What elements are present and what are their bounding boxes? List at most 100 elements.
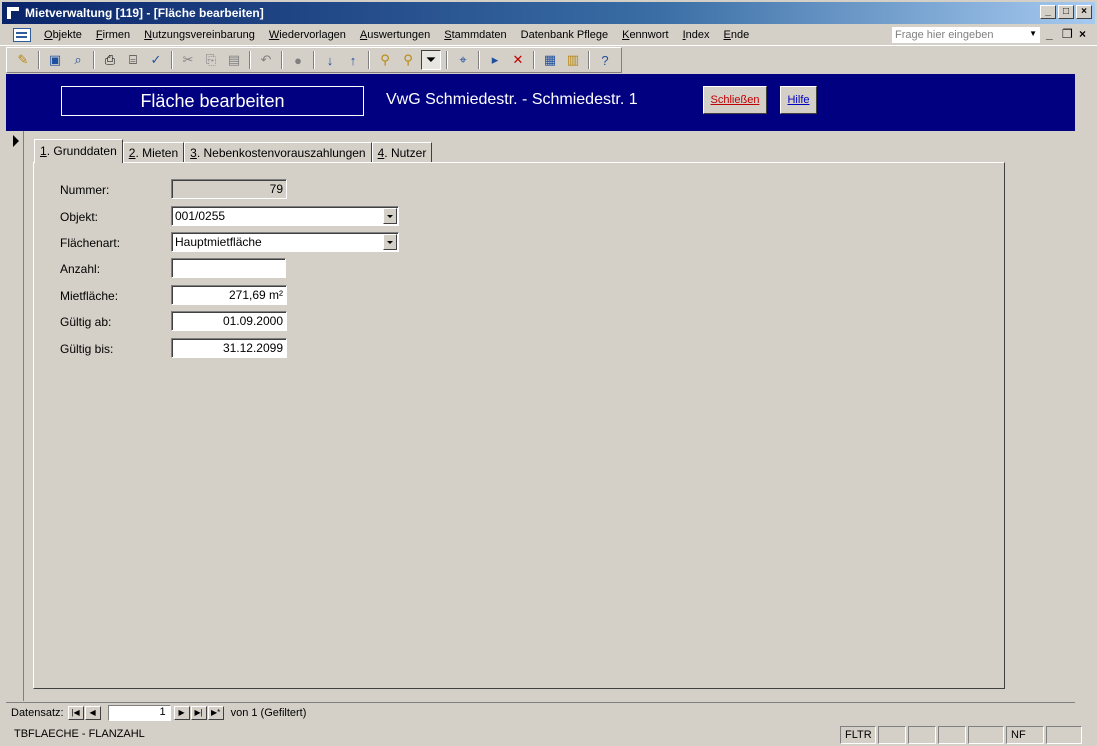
last-record-button[interactable]: ▶|	[190, 705, 207, 720]
menu-nutzungsvereinbarung[interactable]: Nutzungsvereinbarung	[137, 29, 262, 41]
apply-filter-icon[interactable]: ⏷	[421, 50, 441, 70]
toolbar-separator	[38, 51, 40, 69]
toolbar-separator	[533, 51, 535, 69]
toolbar-separator	[249, 51, 251, 69]
doc-close-button[interactable]: ×	[1079, 27, 1086, 41]
help-search-input[interactable]: Frage hier eingeben ▼	[891, 26, 1041, 44]
undo-icon[interactable]: ↶	[256, 50, 276, 70]
paste-icon[interactable]: ▤	[224, 50, 244, 70]
status-cell-empty	[1046, 726, 1082, 744]
status-cell-empty	[938, 726, 966, 744]
database-window-icon[interactable]: ▦	[540, 50, 560, 70]
spelling-icon[interactable]: ✓	[146, 50, 166, 70]
title-bar: Mietverwaltung [119] - [Fläche bearbeite…	[0, 0, 1097, 24]
objekt-combo[interactable]: 001/0255	[171, 206, 399, 226]
toolbar-separator	[93, 51, 95, 69]
toolbar-separator	[588, 51, 590, 69]
menu-wiedervorlagen[interactable]: Wiedervorlagen	[262, 29, 353, 41]
record-selector[interactable]	[6, 131, 24, 701]
save-icon[interactable]: ▣	[45, 50, 65, 70]
find-icon[interactable]: ⌖	[453, 50, 473, 70]
record-label: Datensatz:	[11, 706, 64, 719]
menu-auswertungen[interactable]: Auswertungen	[353, 29, 437, 41]
delete-record-icon[interactable]: ✕	[508, 50, 528, 70]
chevron-down-icon[interactable]	[383, 234, 397, 250]
sort-descending-icon[interactable]: ↑	[343, 50, 363, 70]
app-icon[interactable]	[5, 5, 21, 21]
toolbar-separator	[281, 51, 283, 69]
next-record-button[interactable]: ▶	[173, 705, 190, 720]
previous-record-button[interactable]: ◀	[84, 705, 101, 720]
print-icon[interactable]: ⎙	[100, 50, 120, 70]
toolbar: ✎ ▣ ⌕ ⎙ ⌸ ✓ ✂ ⎘ ▤ ↶ ● ↓ ↑ ⚲ ⚲ ⏷ ⌖ ▸ ✕ ▦ …	[6, 47, 622, 73]
record-navigation: Datensatz: |◀ ◀ 1 ▶ ▶| ▶* von 1 (Gefilte…	[6, 702, 1075, 722]
status-fltr: FLTR	[840, 726, 876, 744]
hyperlink-icon[interactable]: ●	[288, 50, 308, 70]
help-icon[interactable]: ?	[595, 50, 615, 70]
menu-kennwort[interactable]: Kennwort	[615, 29, 675, 41]
nummer-label: Nummer:	[60, 183, 110, 197]
menu-ende[interactable]: Ende	[717, 29, 757, 41]
help-button[interactable]: Hilfe	[780, 86, 817, 114]
mietflaeche-label: Mietfläche:	[60, 289, 119, 303]
status-cell-empty	[878, 726, 906, 744]
form-header: Fläche bearbeiten VwG Schmiedestr. - Sch…	[6, 74, 1075, 131]
flaechenart-value: Hauptmietfläche	[175, 235, 262, 249]
cut-icon[interactable]: ✂	[178, 50, 198, 70]
objekt-label: Objekt:	[60, 210, 99, 224]
new-object-icon[interactable]: ▥	[563, 50, 583, 70]
chevron-down-icon[interactable]	[383, 208, 397, 224]
anzahl-field[interactable]	[171, 258, 286, 278]
form-icon[interactable]	[13, 27, 31, 42]
gueltig-bis-field[interactable]: 31.12.2099	[171, 338, 287, 358]
filter-by-selection-icon[interactable]: ⚲	[375, 50, 395, 70]
search-icon[interactable]: ⌕	[68, 50, 88, 70]
menu-objekte[interactable]: Objekte	[37, 29, 89, 41]
status-text: TBFLAECHE - FLANZAHL	[14, 728, 145, 740]
sort-ascending-icon[interactable]: ↓	[320, 50, 340, 70]
mietflaeche-field[interactable]: 271,69 m²	[171, 285, 287, 305]
record-count: von 1 (Gefiltert)	[230, 706, 307, 719]
current-record-input[interactable]: 1	[107, 704, 171, 721]
form-subtitle: VwG Schmiedestr. - Schmiedestr. 1	[386, 91, 638, 108]
tab-nutzer[interactable]: 4. Nutzer	[371, 142, 433, 163]
maximize-button[interactable]: □	[1058, 5, 1074, 19]
flaechenart-combo[interactable]: Hauptmietfläche	[171, 232, 399, 252]
design-view-icon[interactable]: ✎	[13, 50, 33, 70]
menu-firmen[interactable]: Firmen	[89, 29, 137, 41]
gueltig-bis-label: Gültig bis:	[60, 342, 114, 356]
chevron-down-icon[interactable]: ▼	[1029, 29, 1037, 41]
copy-icon[interactable]: ⎘	[201, 50, 221, 70]
tab-grunddaten[interactable]: 1. Grunddaten	[34, 139, 123, 163]
doc-restore-button[interactable]: ❐	[1062, 27, 1073, 41]
status-cell-empty	[968, 726, 1004, 744]
nummer-field[interactable]: 79	[171, 179, 287, 199]
anzahl-label: Anzahl:	[60, 262, 101, 276]
doc-minimize-button[interactable]: _	[1046, 27, 1053, 41]
new-record-icon[interactable]: ▸	[485, 50, 505, 70]
filter-by-form-icon[interactable]: ⚲	[398, 50, 418, 70]
current-record-icon	[13, 135, 19, 147]
window-controls: _ □ ×	[1040, 5, 1092, 19]
toolbar-separator	[478, 51, 480, 69]
toolbar-separator	[313, 51, 315, 69]
first-record-button[interactable]: |◀	[67, 705, 84, 720]
tab-nebenkostenvorauszahlungen[interactable]: 3. Nebenkostenvorauszahlungen	[184, 142, 372, 163]
minimize-button[interactable]: _	[1040, 5, 1056, 19]
new-record-button[interactable]: ▶*	[207, 705, 224, 720]
tab-mieten[interactable]: 2. Mieten	[122, 142, 185, 163]
menu-datenbank-pflege[interactable]: Datenbank Pflege	[514, 29, 615, 41]
window-title: Mietverwaltung [119] - [Fläche bearbeite…	[25, 6, 264, 20]
form-title: Fläche bearbeiten	[61, 86, 364, 116]
close-button[interactable]: Schließen	[703, 86, 767, 114]
tab-page-grunddaten: Nummer: 79 Objekt: 001/0255 Flächenart: …	[33, 162, 1005, 689]
print-preview-icon[interactable]: ⌸	[123, 50, 143, 70]
close-window-button[interactable]: ×	[1076, 5, 1092, 19]
gueltig-ab-field[interactable]: 01.09.2000	[171, 311, 287, 331]
objekt-value: 001/0255	[175, 209, 226, 223]
menu-index[interactable]: Index	[676, 29, 717, 41]
tab-bar: 1. Grunddaten 2. Mieten 3. Nebenkostenvo…	[34, 139, 433, 163]
menu-stammdaten[interactable]: Stammdaten	[437, 29, 513, 41]
status-nf: NF	[1006, 726, 1044, 744]
menu-bar: Objekte Firmen Nutzungsvereinbarung Wied…	[0, 24, 1097, 46]
